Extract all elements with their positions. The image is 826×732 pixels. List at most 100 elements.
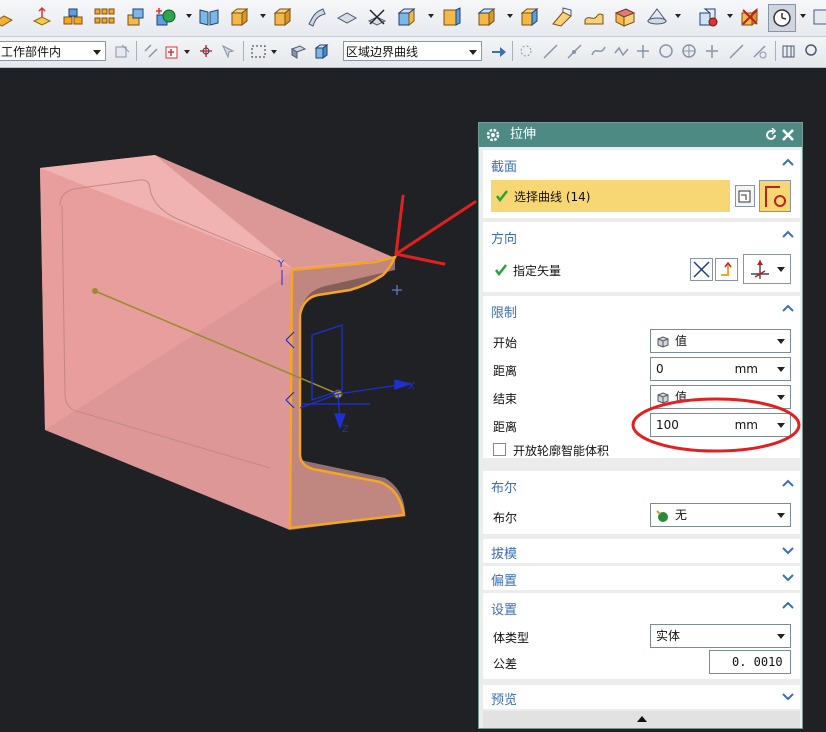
sketch-section-button[interactable] bbox=[735, 185, 755, 207]
snap-icon[interactable] bbox=[143, 43, 160, 60]
zoom-icon[interactable] bbox=[804, 43, 821, 60]
vector-icon bbox=[751, 260, 769, 279]
snap-point-on-curve-icon[interactable] bbox=[728, 43, 745, 60]
filter-combo[interactable]: 工作部件内 bbox=[0, 41, 106, 61]
cube-dark-icon[interactable] bbox=[519, 6, 541, 28]
chevron-up-icon[interactable] bbox=[782, 158, 794, 166]
graphics-viewport[interactable]: X Z Y bbox=[0, 68, 478, 729]
datum-plane-icon[interactable] bbox=[31, 6, 53, 28]
vector-dialog-icon bbox=[721, 261, 732, 276]
chevron-down-icon[interactable] bbox=[782, 547, 794, 555]
cursor-point-icon[interactable] bbox=[198, 43, 215, 60]
arrow-right-icon[interactable] bbox=[490, 43, 507, 60]
draft-header[interactable]: 拔模 bbox=[491, 543, 517, 562]
end-distance-input[interactable]: 100 mm bbox=[650, 413, 791, 437]
snap-wave-icon[interactable] bbox=[613, 43, 630, 60]
array-icon[interactable] bbox=[93, 6, 115, 28]
rectangle-select-icon[interactable] bbox=[250, 43, 267, 60]
start-type-select[interactable]: 值 bbox=[650, 329, 791, 353]
snap-endpoint-icon[interactable] bbox=[518, 43, 535, 60]
curve-button[interactable] bbox=[759, 180, 791, 212]
block-icon[interactable] bbox=[229, 6, 251, 28]
direction-header[interactable]: 方向 bbox=[491, 228, 517, 247]
grid-icon[interactable] bbox=[780, 43, 797, 60]
extract-icon[interactable] bbox=[396, 6, 418, 28]
chevron-down-icon[interactable] bbox=[782, 574, 794, 582]
cube-face-icon[interactable] bbox=[551, 6, 573, 28]
more-icon[interactable] bbox=[812, 6, 826, 28]
cone-surface-icon[interactable] bbox=[646, 6, 668, 28]
reset-icon[interactable] bbox=[764, 128, 778, 142]
curve-rule-combo[interactable]: 区域边界曲线 bbox=[343, 41, 482, 61]
channel-extrusion-model[interactable]: X Z Y bbox=[0, 68, 478, 729]
end-distance-label: 距离 bbox=[493, 420, 518, 434]
chevron-down-icon[interactable] bbox=[777, 367, 785, 372]
snap-midpoint-icon[interactable] bbox=[566, 43, 583, 60]
reverse-direction-button[interactable] bbox=[690, 258, 713, 281]
ruled-surface-icon[interactable] bbox=[614, 6, 636, 28]
main-toolbar bbox=[0, 0, 826, 37]
sketch-point-icon[interactable] bbox=[155, 6, 177, 28]
select-lock-icon[interactable] bbox=[114, 43, 131, 60]
tolerance-label: 公差 bbox=[493, 657, 518, 671]
sketch-icon bbox=[738, 190, 751, 203]
sheet-icon[interactable] bbox=[305, 6, 327, 28]
snap-curve-icon[interactable] bbox=[590, 43, 607, 60]
boolean-header[interactable]: 布尔 bbox=[491, 477, 517, 496]
csys-triad bbox=[285, 324, 413, 430]
close-icon[interactable] bbox=[780, 127, 796, 143]
offset-group[interactable]: 偏置 bbox=[483, 566, 800, 590]
surface-tool-icon[interactable] bbox=[0, 6, 14, 28]
vector-dialog-button[interactable] bbox=[715, 258, 738, 281]
end-type-select[interactable]: 值 bbox=[650, 385, 791, 409]
edit-face-icon[interactable] bbox=[124, 6, 146, 28]
chevron-down-icon[interactable] bbox=[777, 423, 785, 428]
section-header[interactable]: 截面 bbox=[491, 156, 517, 175]
lines-icon[interactable] bbox=[366, 6, 388, 28]
boolean-select[interactable]: 无 bbox=[650, 503, 791, 527]
wave-surface-icon[interactable] bbox=[583, 6, 605, 28]
group-icon[interactable] bbox=[62, 6, 84, 28]
draft-group[interactable]: 拔模 bbox=[483, 539, 800, 563]
offset-header[interactable]: 偏置 bbox=[491, 570, 517, 589]
start-distance-input[interactable]: 0 mm bbox=[650, 357, 791, 381]
settings-header[interactable]: 设置 bbox=[491, 599, 517, 618]
body-select-icon[interactable] bbox=[313, 43, 330, 60]
snap-intersect-icon[interactable] bbox=[751, 43, 768, 60]
vector-type-dropdown[interactable] bbox=[743, 254, 791, 284]
snap-existing-icon[interactable] bbox=[704, 43, 721, 60]
collapse-bar[interactable] bbox=[483, 711, 800, 728]
cube-icon[interactable] bbox=[476, 6, 498, 28]
preview-group[interactable]: 预览 bbox=[483, 685, 800, 709]
book-icon[interactable] bbox=[198, 6, 220, 28]
surface-icon[interactable] bbox=[336, 6, 358, 28]
tolerance-input[interactable]: 0. 0010 bbox=[709, 650, 791, 674]
clock-icon[interactable] bbox=[768, 4, 796, 32]
end-label: 结束 bbox=[493, 392, 518, 406]
chevron-up-icon[interactable] bbox=[637, 716, 647, 722]
limits-header[interactable]: 限制 bbox=[491, 302, 517, 321]
chevron-up-icon[interactable] bbox=[782, 230, 794, 238]
select-curve-label: 选择曲线 (14) bbox=[514, 190, 591, 204]
measure-icon[interactable] bbox=[739, 6, 761, 28]
chevron-up-icon[interactable] bbox=[782, 304, 794, 312]
snap-quadrant-icon[interactable] bbox=[681, 43, 698, 60]
unit-label: mm bbox=[734, 418, 758, 432]
body-type-select[interactable]: 实体 bbox=[650, 624, 791, 648]
chamfer-icon[interactable] bbox=[440, 6, 462, 28]
snap-line-icon[interactable] bbox=[542, 43, 559, 60]
snap-perpendicular-icon[interactable] bbox=[635, 43, 652, 60]
box-icon[interactable] bbox=[272, 6, 294, 28]
chevron-up-icon[interactable] bbox=[782, 479, 794, 487]
chevron-up-icon[interactable] bbox=[782, 601, 794, 609]
open-profile-checkbox[interactable] bbox=[493, 443, 506, 456]
select-icon[interactable] bbox=[220, 43, 237, 60]
add-point-icon[interactable] bbox=[163, 43, 180, 60]
chevron-down-icon[interactable] bbox=[782, 693, 794, 701]
face-select-icon[interactable] bbox=[290, 43, 307, 60]
preview-header[interactable]: 预览 bbox=[491, 689, 517, 708]
snap-center-icon[interactable] bbox=[658, 43, 675, 60]
gear-icon[interactable] bbox=[485, 127, 501, 143]
select-curve-row[interactable]: 选择曲线 (14) bbox=[491, 180, 730, 212]
assembly-icon[interactable] bbox=[697, 6, 719, 28]
